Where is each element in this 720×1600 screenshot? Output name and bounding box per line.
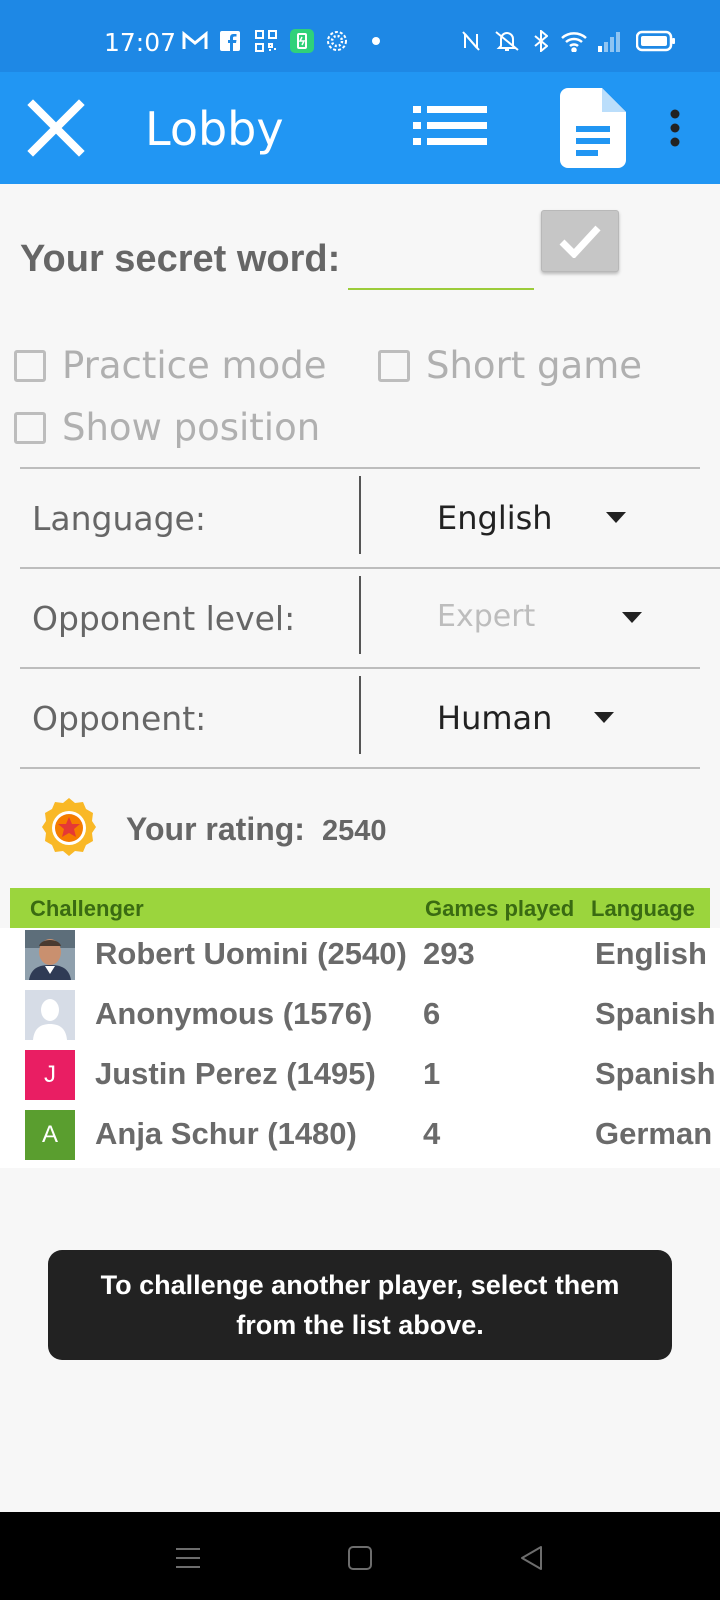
overflow-menu-button[interactable] <box>660 100 690 156</box>
challenger-name: Anja Schur (1480) <box>95 1116 357 1151</box>
games-played: 4 <box>423 1116 441 1151</box>
opponent-value: Human <box>437 699 553 737</box>
show-position-checkbox[interactable]: Show position <box>14 406 320 449</box>
show-position-label: Show position <box>62 406 321 449</box>
checkbox-box <box>378 349 410 382</box>
rating-value: 2540 <box>322 815 387 847</box>
list-icon <box>413 106 487 145</box>
chevron-down-icon <box>622 612 642 623</box>
confirm-secret-button[interactable] <box>541 210 619 272</box>
challenger-name: Robert Uomini (2540) <box>95 936 407 971</box>
challenger-language: Spanish <box>595 1056 716 1091</box>
navigation-bar <box>0 1512 720 1600</box>
checkbox-box <box>14 411 46 444</box>
toast-message: To challenge another player, select them… <box>48 1250 672 1360</box>
avatar <box>25 930 75 980</box>
table-row[interactable]: Anonymous (1576) 6 Spanish <box>0 988 720 1046</box>
challenger-name: Justin Perez (1495) <box>95 1056 376 1091</box>
challenger-language: English <box>595 936 707 971</box>
opponent-dropdown[interactable]: Human <box>362 674 720 756</box>
table-row[interactable]: J Justin Perez (1495) 1 Spanish <box>0 1048 720 1106</box>
bluetooth-icon <box>532 30 550 52</box>
document-button[interactable] <box>555 86 631 170</box>
home-icon <box>348 1546 372 1570</box>
opponent-label: Opponent: <box>32 699 207 738</box>
nfc-icon <box>460 30 482 52</box>
status-time: 17:07 <box>104 28 177 57</box>
avatar <box>25 990 75 1040</box>
qr-icon <box>254 30 278 52</box>
battery-saver-icon <box>289 29 315 53</box>
divider <box>20 667 700 669</box>
opponent-level-dropdown[interactable]: Expert <box>362 574 720 656</box>
list-button[interactable] <box>410 94 490 158</box>
facebook-icon <box>219 30 241 52</box>
games-played: 293 <box>423 936 475 971</box>
gmail-icon <box>182 30 208 52</box>
chevron-down-icon <box>606 512 626 523</box>
secret-word-input[interactable] <box>348 240 534 290</box>
checkbox-box <box>14 349 46 382</box>
opponent-level-value: Expert <box>437 599 536 634</box>
back-icon <box>521 1546 542 1570</box>
award-badge-icon <box>42 798 96 858</box>
games-played: 1 <box>423 1056 441 1091</box>
column-header-language: Language <box>591 896 695 921</box>
short-game-label: Short game <box>426 344 643 387</box>
checkmark-icon <box>559 225 601 258</box>
page-title: Lobby <box>145 102 284 156</box>
divider <box>20 767 700 769</box>
avatar-initial: A <box>41 1121 58 1148</box>
chevron-down-icon <box>594 712 614 723</box>
table-row[interactable]: Robert Uomini (2540) 293 English <box>0 928 720 986</box>
recents-button[interactable] <box>168 1540 208 1576</box>
divider <box>359 576 361 654</box>
games-played: 6 <box>423 996 441 1031</box>
toast-line-2: from the list above. <box>236 1310 484 1340</box>
table-row[interactable]: A Anja Schur (1480) 4 German <box>0 1108 720 1166</box>
opponent-level-label: Opponent level: <box>32 599 296 638</box>
mute-icon <box>492 30 522 52</box>
document-icon <box>560 88 626 168</box>
close-button[interactable] <box>20 92 92 164</box>
secret-word-label: Your secret word: <box>20 238 341 280</box>
divider <box>20 567 720 569</box>
divider <box>359 476 361 554</box>
practice-mode-checkbox[interactable]: Practice mode <box>14 344 326 387</box>
home-button[interactable] <box>340 1540 380 1576</box>
avatar: A <box>25 1110 75 1160</box>
challenger-list: Robert Uomini (2540) 293 English Anonymo… <box>0 928 720 1168</box>
status-bar: 17:07 <box>0 0 720 72</box>
app-bar: Lobby <box>0 72 720 184</box>
column-header-games: Games played <box>425 896 575 921</box>
toast-line-1: To challenge another player, select them <box>100 1270 620 1300</box>
signal-icon <box>596 30 622 52</box>
avatar: J <box>25 1050 75 1100</box>
recents-icon <box>176 1548 200 1568</box>
column-header-challenger: Challenger <box>30 896 144 921</box>
challenger-name: Anonymous (1576) <box>95 996 373 1031</box>
divider <box>20 467 700 469</box>
challenger-language: Spanish <box>595 996 716 1031</box>
back-button[interactable] <box>512 1540 552 1576</box>
language-label: Language: <box>32 499 206 538</box>
table-header: Challenger Games played Language <box>10 888 710 928</box>
close-icon <box>27 99 85 157</box>
dot-icon <box>369 30 383 52</box>
overflow-menu-icon <box>670 109 680 147</box>
rating-label: Your rating: <box>126 811 305 847</box>
avatar-initial: J <box>44 1061 56 1088</box>
practice-mode-label: Practice mode <box>62 344 327 387</box>
gear-flower-icon <box>325 30 349 52</box>
language-value: English <box>437 499 553 537</box>
wifi-icon <box>560 30 588 52</box>
challenger-language: German <box>595 1116 713 1151</box>
battery-icon <box>636 30 676 52</box>
divider <box>359 676 361 754</box>
short-game-checkbox[interactable]: Short game <box>378 344 642 387</box>
language-dropdown[interactable]: English <box>362 474 720 556</box>
